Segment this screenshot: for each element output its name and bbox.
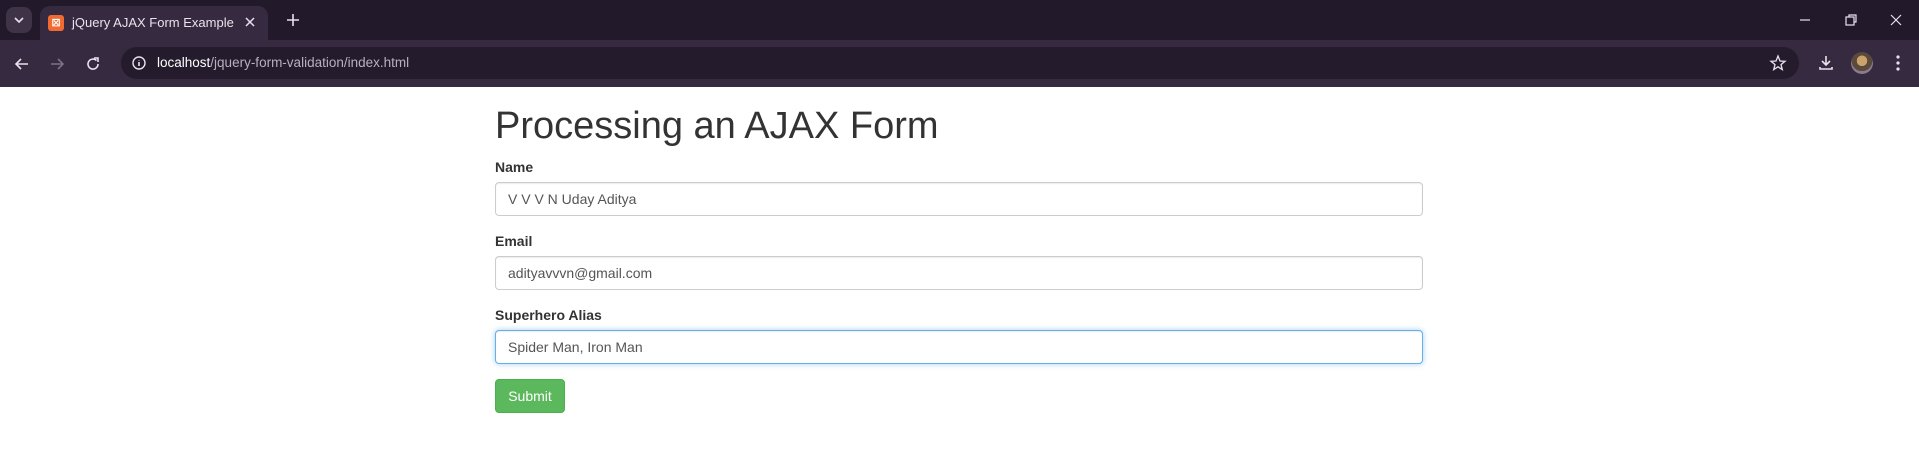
close-window-icon[interactable] [1886, 10, 1906, 30]
site-info-icon[interactable] [131, 55, 147, 71]
superhero-alias-label: Superhero Alias [495, 307, 602, 323]
email-label: Email [495, 233, 533, 249]
forward-button[interactable] [45, 52, 69, 76]
address-url: localhost/jquery-form-validation/index.h… [157, 55, 409, 70]
address-bar[interactable]: localhost/jquery-form-validation/index.h… [121, 47, 1799, 79]
email-input[interactable] [495, 256, 1423, 290]
download-icon [1819, 56, 1833, 70]
tab-strip: ⊠ jQuery AJAX Form Example [0, 0, 1919, 40]
minimize-icon[interactable] [1795, 10, 1815, 30]
menu-button[interactable] [1887, 52, 1909, 74]
tab-title: jQuery AJAX Form Example [72, 15, 234, 30]
restore-icon[interactable] [1841, 10, 1861, 30]
url-path: /jquery-form-validation/index.html [210, 55, 410, 70]
back-button[interactable] [10, 52, 34, 76]
close-tab-icon[interactable] [242, 14, 258, 30]
name-label: Name [495, 159, 534, 175]
page-title: Processing an AJAX Form [495, 105, 939, 147]
url-host: localhost [157, 55, 211, 70]
arrow-left-icon [14, 58, 28, 70]
bookmark-star-icon[interactable] [1769, 54, 1787, 72]
profile-avatar[interactable] [1851, 52, 1873, 74]
downloads-button[interactable] [1815, 52, 1837, 74]
active-tab[interactable]: ⊠ jQuery AJAX Form Example [40, 6, 268, 40]
reload-icon [87, 57, 99, 70]
xampp-icon: ⊠ [48, 15, 64, 31]
superhero-alias-input[interactable] [495, 330, 1423, 364]
arrow-right-icon [51, 58, 65, 70]
toolbar: localhost/jquery-form-validation/index.h… [0, 40, 1919, 87]
chevron-down-icon [14, 17, 24, 24]
submit-button[interactable]: Submit [495, 379, 565, 413]
name-input[interactable] [495, 182, 1423, 216]
reload-button[interactable] [81, 52, 105, 76]
new-tab-icon[interactable] [282, 9, 304, 31]
more-vertical-icon [1896, 55, 1900, 71]
tab-search-button[interactable] [6, 7, 32, 33]
